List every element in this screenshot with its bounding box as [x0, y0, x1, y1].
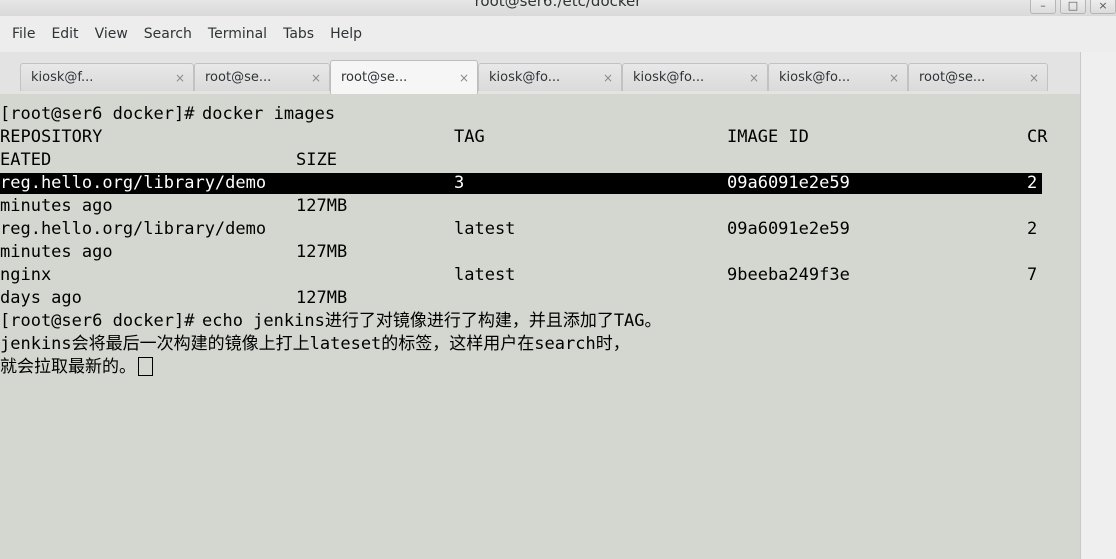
tab-close-icon[interactable]: ×: [749, 71, 759, 85]
command-text: echo jenkins进行了对镜像进行了构建，并且添加了TAG。: [202, 311, 662, 331]
tab-bar: kiosk@f... × root@se... × root@se... × k…: [0, 52, 1080, 95]
menu-search[interactable]: Search: [138, 26, 198, 42]
tab-label: root@se...: [205, 70, 272, 85]
tab-6[interactable]: kiosk@fo... ×: [768, 63, 908, 91]
command-text: docker images: [202, 104, 336, 124]
maximize-icon[interactable]: □: [1060, 0, 1086, 14]
tab-close-icon[interactable]: ×: [889, 71, 899, 85]
tab-7[interactable]: root@se... ×: [908, 63, 1048, 91]
tab-close-icon[interactable]: ×: [1029, 71, 1039, 85]
row-repository: reg.hello.org/library/demo: [0, 173, 267, 193]
prompt: [root@ser6 docker]#: [0, 104, 205, 124]
row-size: 127MB: [296, 242, 348, 262]
text-cursor: [138, 357, 153, 376]
terminal-line: [root@ser6 docker]# echo jenkins进行了对镜像进行…: [0, 311, 1080, 332]
tab-2[interactable]: root@se... ×: [194, 63, 330, 91]
row-created: 2: [1027, 173, 1038, 193]
menu-help[interactable]: Help: [324, 26, 368, 42]
menu-view[interactable]: View: [89, 26, 134, 42]
table-row: reg.hello.org/library/demo latest 09a609…: [0, 219, 1080, 240]
tab-close-icon[interactable]: ×: [603, 71, 613, 85]
terminal-line-wrap: 就会拉取最新的。: [0, 357, 1080, 378]
row-created-wrap: minutes ago: [0, 196, 113, 216]
tab-close-icon[interactable]: ×: [459, 71, 469, 85]
menu-file[interactable]: File: [6, 26, 41, 42]
row-image-id: 09a6091e2e59: [727, 173, 850, 193]
row-repository: reg.hello.org/library/demo: [0, 219, 267, 239]
terminal-line-wrap: jenkins会将最后一次构建的镜像上打上lateset的标签，这样用户在sea…: [0, 334, 1080, 355]
terminal-output[interactable]: [root@ser6 docker]# docker images REPOSI…: [0, 94, 1080, 559]
tab-label: kiosk@fo...: [779, 70, 851, 85]
row-repository: nginx: [0, 265, 52, 285]
row-tag: latest: [454, 219, 516, 239]
window-title: root@ser6:/etc/docker: [474, 0, 642, 10]
row-created: 7: [1027, 265, 1038, 285]
row-image-id: 09a6091e2e59: [727, 219, 850, 239]
terminal-line: [root@ser6 docker]# docker images: [0, 104, 335, 125]
row-size: 127MB: [296, 196, 348, 216]
tab-label: kiosk@fo...: [633, 70, 705, 85]
menu-terminal[interactable]: Terminal: [202, 26, 273, 42]
col-image-id: IMAGE ID: [727, 127, 809, 147]
table-row: nginx latest 9beeba249f3e 7: [0, 265, 1080, 286]
row-created-wrap: days ago: [0, 288, 82, 308]
scrollbar[interactable]: [1080, 52, 1116, 559]
menu-tabs[interactable]: Tabs: [277, 26, 320, 42]
row-created-wrap: minutes ago: [0, 242, 113, 262]
tab-1[interactable]: kiosk@f... ×: [20, 63, 194, 91]
col-repository: REPOSITORY: [0, 127, 103, 147]
table-row-wrap: minutes ago 127MB: [0, 242, 1080, 263]
window-titlebar: root@ser6:/etc/docker – □ ×: [0, 0, 1116, 16]
window-controls: – □ ×: [1026, 0, 1116, 16]
col-tag: TAG: [454, 127, 485, 147]
tab-label: kiosk@fo...: [489, 70, 561, 85]
tab-label: kiosk@f...: [31, 70, 94, 85]
row-size: 127MB: [296, 288, 348, 308]
table-row-wrap: days ago 127MB: [0, 288, 1080, 309]
menubar: File Edit View Search Terminal Tabs Help: [0, 16, 1116, 52]
table-row-wrap: minutes ago 127MB: [0, 196, 1080, 217]
tab-5[interactable]: kiosk@fo... ×: [622, 63, 768, 91]
prompt: [root@ser6 docker]#: [0, 311, 205, 331]
row-created: 2: [1027, 219, 1038, 239]
table-header-wrap: EATED SIZE: [0, 150, 1080, 171]
tab-label: root@se...: [919, 70, 986, 85]
tab-close-icon[interactable]: ×: [175, 71, 185, 85]
close-window-icon[interactable]: ×: [1090, 0, 1116, 14]
tab-label: root@se...: [341, 70, 408, 85]
col-created-wrap: EATED: [0, 150, 52, 170]
tab-3-active[interactable]: root@se... ×: [330, 60, 478, 94]
col-created: CR: [1027, 127, 1048, 147]
table-row-selected: reg.hello.org/library/demo 3 09a6091e2e5…: [0, 173, 1042, 194]
command-text-wrap: jenkins会将最后一次构建的镜像上打上lateset的标签，这样用户在sea…: [0, 334, 630, 354]
row-image-id: 9beeba249f3e: [727, 265, 850, 285]
tab-4[interactable]: kiosk@fo... ×: [478, 63, 622, 91]
row-tag: 3: [454, 173, 465, 193]
command-text-wrap: 就会拉取最新的。: [0, 357, 136, 377]
col-size: SIZE: [296, 150, 337, 170]
minimize-icon[interactable]: –: [1030, 0, 1056, 14]
menu-edit[interactable]: Edit: [45, 26, 84, 42]
tab-close-icon[interactable]: ×: [311, 71, 321, 85]
table-header: REPOSITORY TAG IMAGE ID CR: [0, 127, 1080, 148]
row-tag: latest: [454, 265, 516, 285]
